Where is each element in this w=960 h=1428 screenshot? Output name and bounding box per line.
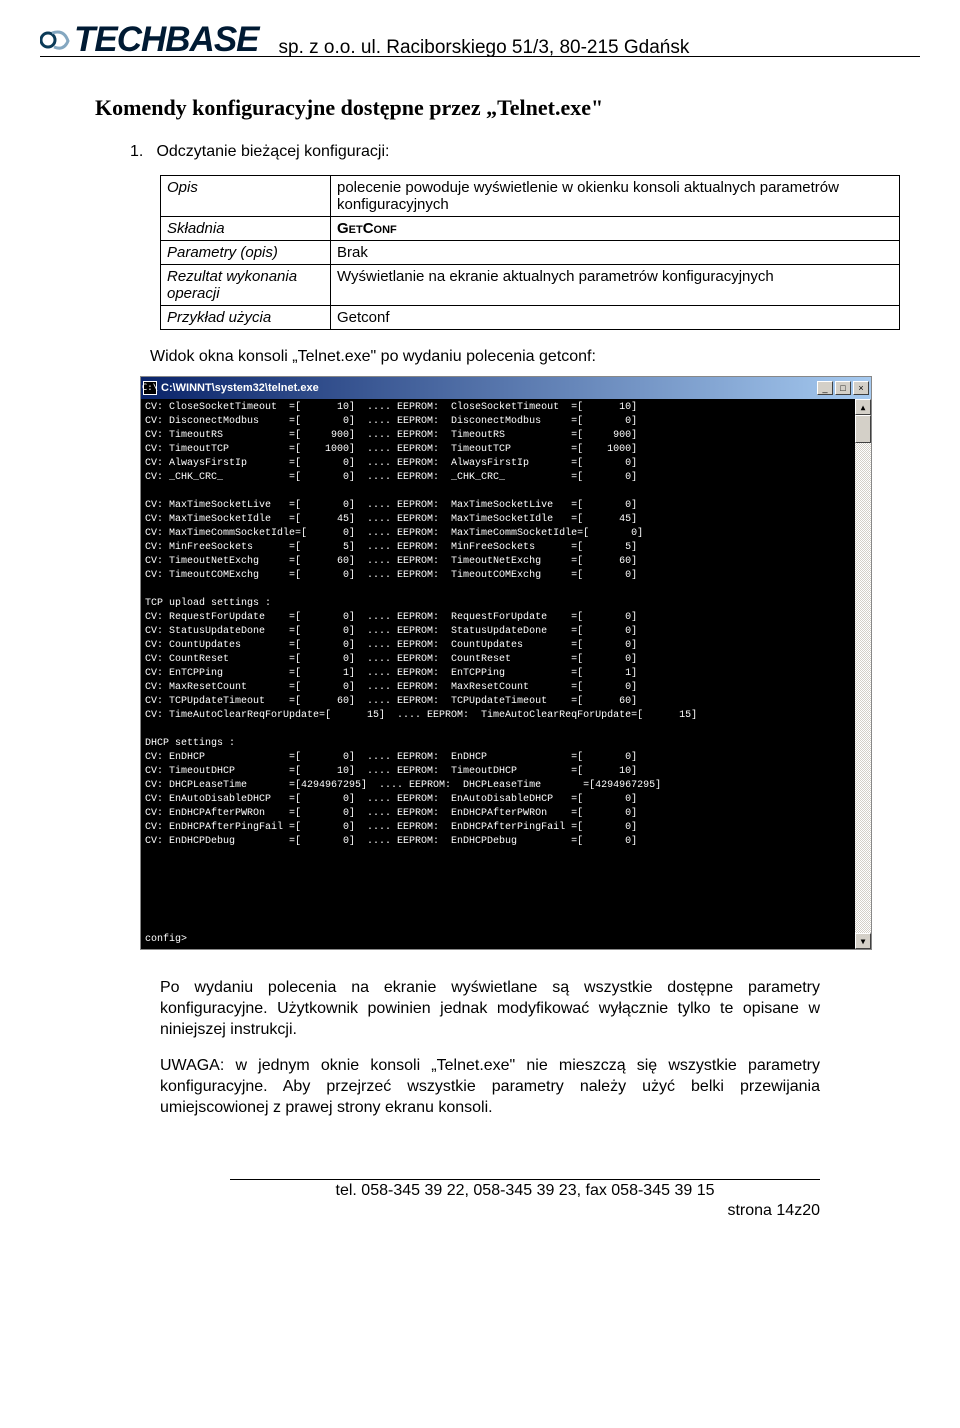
app-icon: C:\ xyxy=(143,381,157,395)
table-row: Składnia GetConf xyxy=(161,217,900,241)
titlebar[interactable]: C:\ C:\WINNT\system32\telnet.exe _ □ × xyxy=(141,377,871,399)
footer-divider xyxy=(230,1179,820,1180)
scrollbar[interactable]: ▲ ▼ xyxy=(855,399,871,949)
table-value: polecenie powoduje wyświetlenie w okienk… xyxy=(331,176,900,217)
screenshot-caption: Widok okna konsoli „Telnet.exe" po wydan… xyxy=(150,348,920,366)
table-value: Wyświetlanie na ekranie aktualnych param… xyxy=(331,265,900,306)
table-row: Parametry (opis) Brak xyxy=(161,241,900,265)
table-value: GetConf xyxy=(331,217,900,241)
scroll-up-button[interactable]: ▲ xyxy=(855,399,871,415)
table-label: Składnia xyxy=(161,217,331,241)
paragraph: UWAGA: w jednym oknie konsoli „Telnet.ex… xyxy=(160,1056,820,1118)
table-label: Parametry (opis) xyxy=(161,241,331,265)
list-item: 1. Odczytanie bieżącej konfiguracji: xyxy=(130,143,920,161)
table-label: Przykład użycia xyxy=(161,306,331,330)
table-row: Przykład użycia Getconf xyxy=(161,306,900,330)
table-row: Rezultat wykonania operacji Wyświetlanie… xyxy=(161,265,900,306)
page-header: TECHBASE sp. z o.o. ul. Raciborskiego 51… xyxy=(40,20,920,57)
body-text: Po wydaniu polecenia na ekranie wyświetl… xyxy=(160,978,820,1119)
page-number: strona 14z20 xyxy=(40,1202,820,1220)
table-label: Opis xyxy=(161,176,331,217)
table-value: Getconf xyxy=(331,306,900,330)
logo-icon xyxy=(40,27,70,53)
config-table: Opis polecenie powoduje wyświetlenie w o… xyxy=(160,175,900,330)
table-value: Brak xyxy=(331,241,900,265)
paragraph: Po wydaniu polecenia na ekranie wyświetl… xyxy=(160,978,820,1040)
list-number: 1. xyxy=(130,143,152,161)
console-output: CV: CloseSocketTimeout =[ 10] .... EEPRO… xyxy=(141,399,855,949)
minimize-button[interactable]: _ xyxy=(817,381,833,395)
footer: tel. 058-345 39 22, 058-345 39 23, fax 0… xyxy=(40,1179,920,1220)
table-label: Rezultat wykonania operacji xyxy=(161,265,331,306)
scroll-track[interactable] xyxy=(855,415,871,933)
logo-text: TECHBASE xyxy=(74,20,259,60)
maximize-button[interactable]: □ xyxy=(835,381,851,395)
window-title: C:\WINNT\system32\telnet.exe xyxy=(161,382,319,394)
list-text: Odczytanie bieżącej konfiguracji: xyxy=(156,143,389,160)
section-title: Komendy konfiguracyjne dostępne przez „T… xyxy=(95,95,920,121)
company-address: sp. z o.o. ul. Raciborskiego 51/3, 80-21… xyxy=(279,37,690,59)
telnet-window: C:\ C:\WINNT\system32\telnet.exe _ □ × C… xyxy=(140,376,872,950)
footer-contact: tel. 058-345 39 22, 058-345 39 23, fax 0… xyxy=(130,1182,920,1200)
table-row: Opis polecenie powoduje wyświetlenie w o… xyxy=(161,176,900,217)
close-button[interactable]: × xyxy=(853,381,869,395)
scroll-down-button[interactable]: ▼ xyxy=(855,933,871,949)
logo: TECHBASE xyxy=(40,20,259,60)
scroll-thumb[interactable] xyxy=(855,415,871,443)
